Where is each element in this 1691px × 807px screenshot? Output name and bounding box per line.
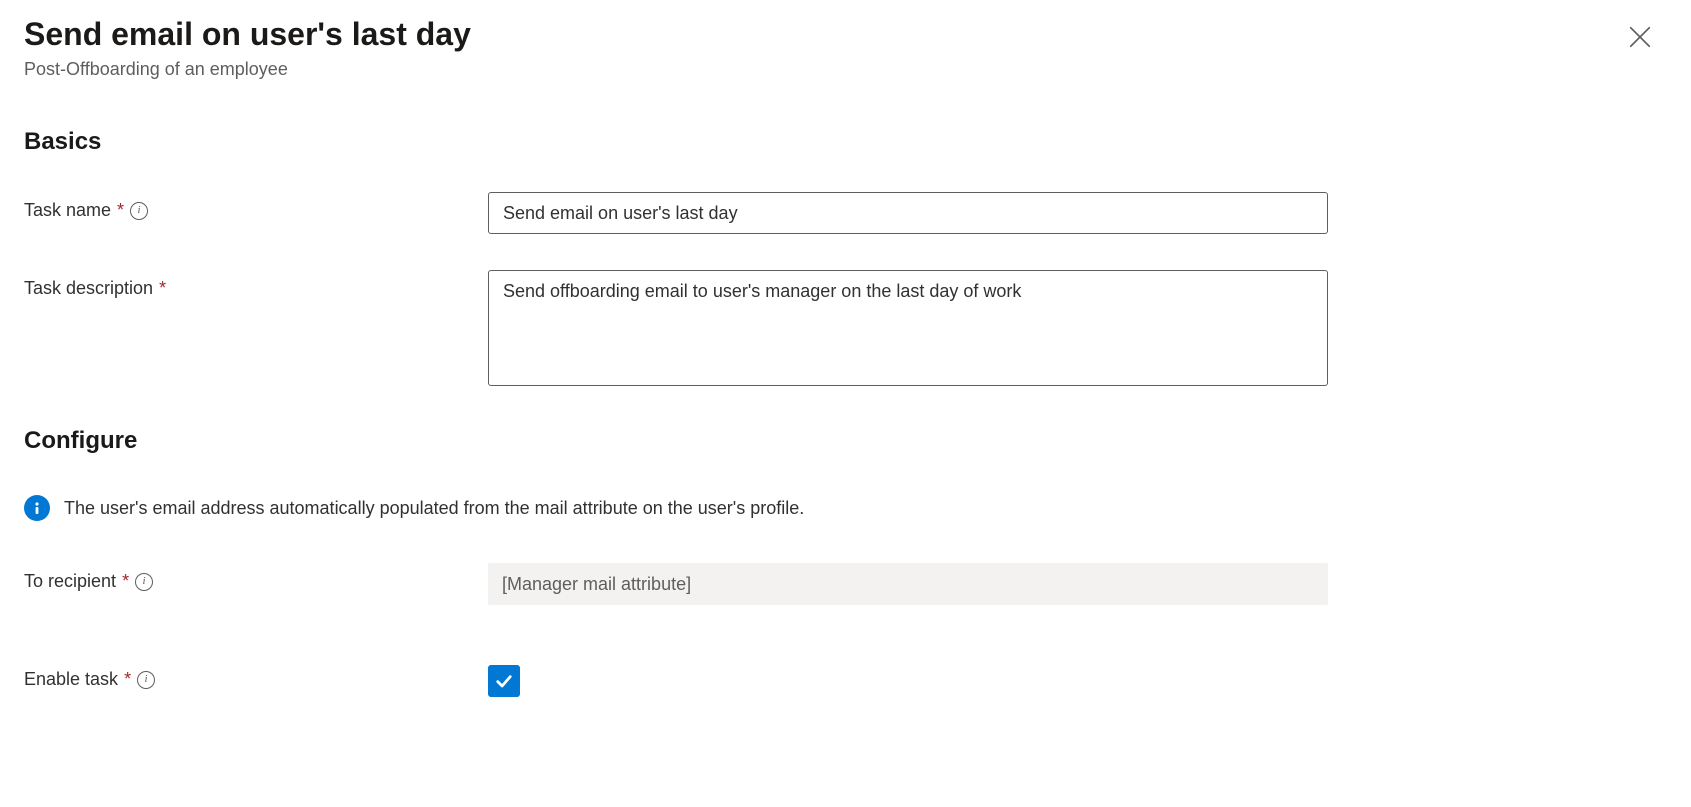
close-button[interactable] [1623, 20, 1657, 59]
section-heading-basics: Basics [24, 128, 1667, 156]
required-indicator: * [122, 571, 129, 592]
to-recipient-label: To recipient [24, 571, 116, 592]
task-name-label: Task name [24, 200, 111, 221]
task-name-input[interactable] [488, 192, 1328, 234]
info-icon[interactable]: i [135, 573, 153, 591]
info-icon[interactable]: i [130, 202, 148, 220]
info-banner-icon [24, 495, 50, 521]
close-icon [1627, 24, 1653, 50]
enable-task-checkbox[interactable] [488, 665, 520, 697]
to-recipient-field: [Manager mail attribute] [488, 563, 1328, 605]
page-title: Send email on user's last day [24, 15, 471, 53]
to-recipient-value: [Manager mail attribute] [502, 574, 691, 595]
section-heading-configure: Configure [24, 427, 1667, 455]
page-subtitle: Post-Offboarding of an employee [24, 59, 471, 80]
required-indicator: * [159, 278, 166, 299]
info-banner-text: The user's email address automatically p… [64, 498, 804, 519]
task-description-label: Task description [24, 278, 153, 299]
required-indicator: * [117, 200, 124, 221]
required-indicator: * [124, 669, 131, 690]
task-description-input[interactable] [488, 270, 1328, 386]
checkmark-icon [494, 671, 514, 691]
info-icon[interactable]: i [137, 671, 155, 689]
enable-task-label: Enable task [24, 669, 118, 690]
